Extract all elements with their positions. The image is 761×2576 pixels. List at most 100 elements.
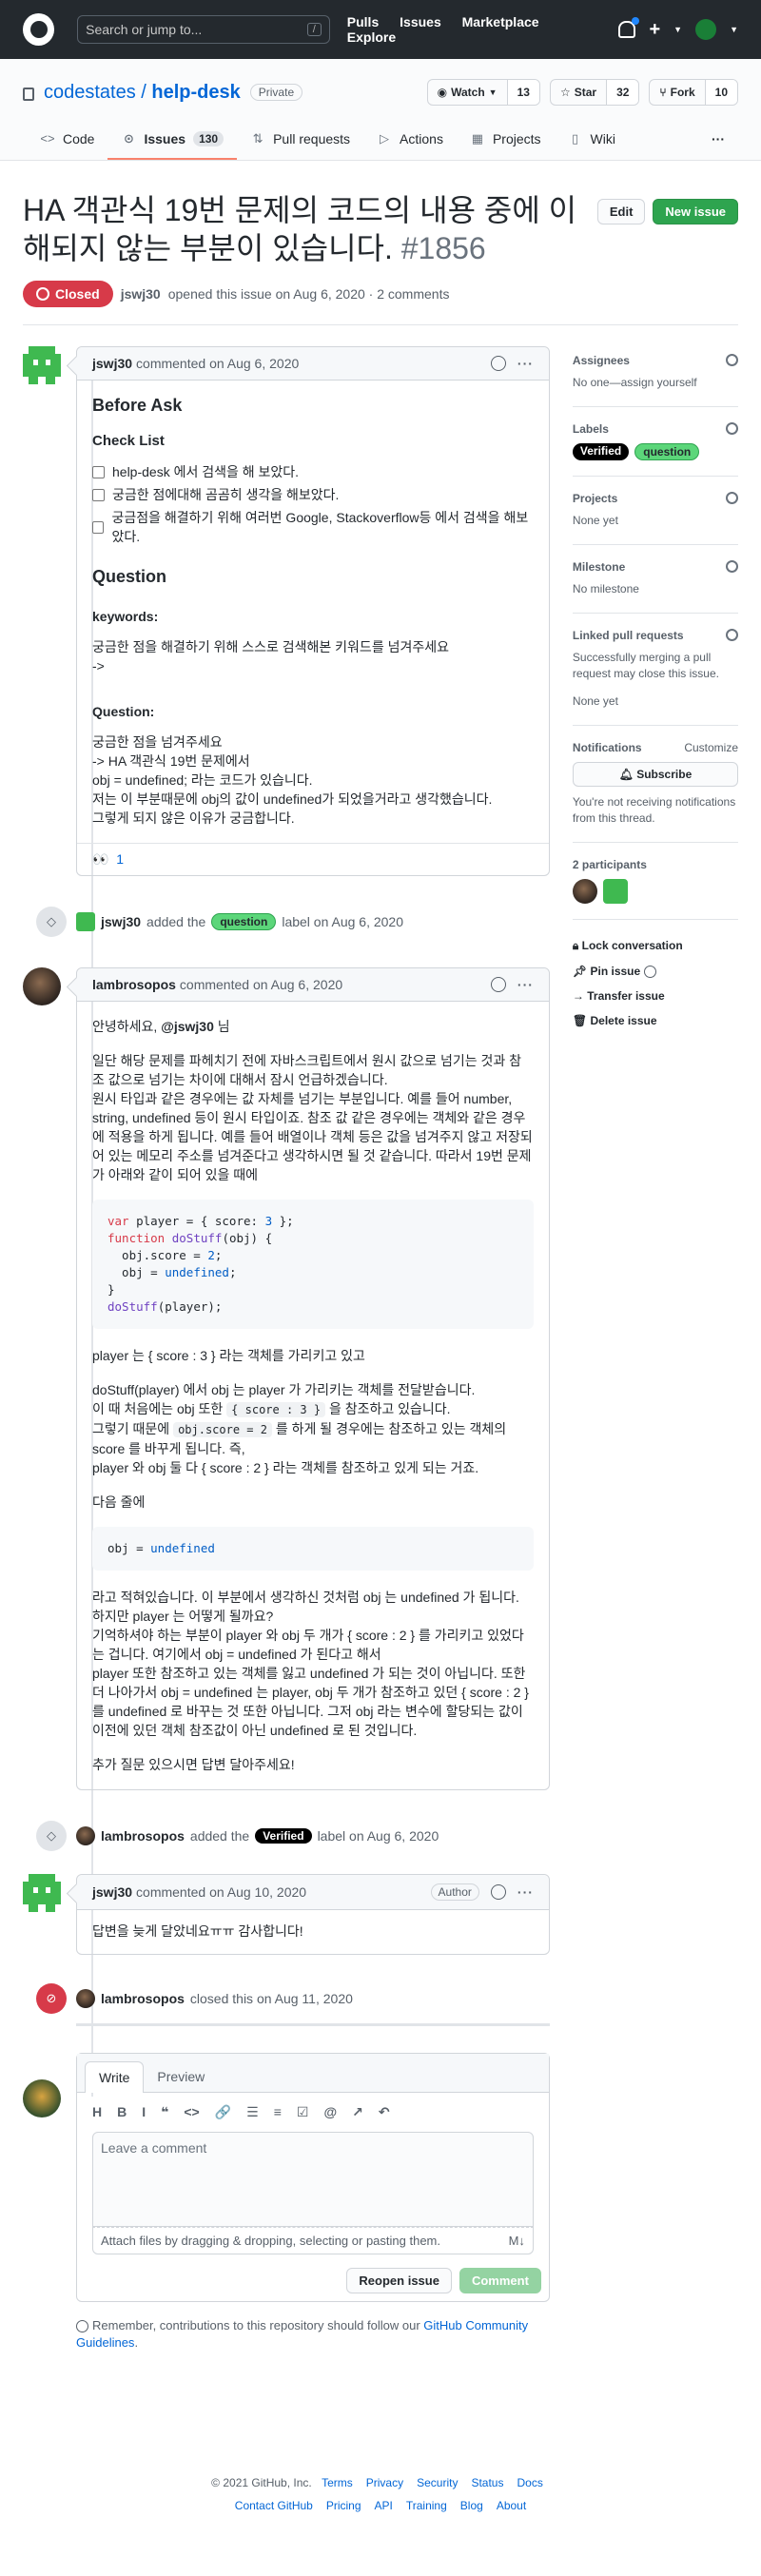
footer-link-docs[interactable]: Docs (517, 2476, 542, 2489)
notifications-bell-icon[interactable] (618, 17, 640, 38)
customize-link[interactable]: Customize (684, 741, 738, 754)
task-list-icon[interactable]: ☑ (297, 2104, 309, 2120)
comment-textarea[interactable]: Leave a comment (92, 2132, 534, 2227)
reaction-eyes[interactable]: 👀 1 (77, 843, 549, 875)
tab-code[interactable]: <> Code (27, 120, 107, 160)
tab-wiki[interactable]: ▯ Wiki (555, 120, 629, 160)
footer-link-training[interactable]: Training (406, 2499, 447, 2512)
kebab-menu-icon[interactable]: ··· (517, 977, 534, 992)
more-tabs-button[interactable]: ··· (702, 120, 734, 160)
footer-link-status[interactable]: Status (471, 2476, 503, 2489)
tab-preview[interactable]: Preview (144, 2061, 218, 2092)
tab-issues[interactable]: ⊙ Issues 130 (107, 120, 238, 160)
gear-icon[interactable] (726, 422, 738, 435)
label-verified[interactable]: Verified (255, 1828, 312, 1844)
watch-button[interactable]: ◉ Watch ▼ 13 (426, 79, 540, 106)
comment-button[interactable]: Comment (459, 2268, 541, 2293)
nav-marketplace[interactable]: Marketplace (462, 14, 539, 29)
kebab-menu-icon[interactable]: ··· (517, 356, 534, 371)
gear-icon[interactable] (726, 560, 738, 573)
bold-icon[interactable]: B (117, 2104, 127, 2120)
smiley-icon[interactable] (490, 1884, 506, 1900)
gear-icon[interactable] (726, 354, 738, 366)
projects-heading[interactable]: Projects (573, 492, 617, 505)
gear-icon[interactable] (726, 629, 738, 641)
footer-link-security[interactable]: Security (417, 2476, 458, 2489)
gear-icon[interactable] (726, 492, 738, 504)
footer-link-terms[interactable]: Terms (322, 2476, 353, 2489)
smiley-icon[interactable] (490, 977, 506, 992)
edit-button[interactable]: Edit (596, 199, 646, 224)
kebab-menu-icon[interactable]: ··· (517, 1884, 534, 1900)
issue-opener[interactable]: jswj30 (121, 286, 161, 302)
tab-pull-requests[interactable]: ⇅ Pull requests (237, 120, 363, 160)
comment-date[interactable]: commented on Aug 6, 2020 (180, 977, 342, 992)
markdown-icon[interactable]: M↓ (509, 2234, 525, 2248)
footer-link-blog[interactable]: Blog (460, 2499, 483, 2512)
checkbox[interactable] (92, 520, 105, 534)
repo-owner-link[interactable]: codestates (44, 82, 136, 103)
comment-author[interactable]: jswj30 (92, 356, 132, 371)
avatar[interactable] (23, 967, 61, 1005)
tab-actions[interactable]: ▷ Actions (363, 120, 457, 160)
link-icon[interactable]: 🔗 (215, 2104, 231, 2120)
subscribe-button[interactable]: 🔔︎ Subscribe (572, 762, 738, 787)
info-icon[interactable] (643, 966, 656, 979)
participant-avatar[interactable] (572, 879, 597, 904)
event-user[interactable]: lambrosopos (101, 1828, 185, 1844)
nav-issues[interactable]: Issues (400, 14, 441, 29)
ordered-list-icon[interactable]: ≡ (274, 2104, 282, 2120)
nav-pulls[interactable]: Pulls (347, 14, 379, 29)
avatar[interactable] (23, 346, 61, 384)
checkbox[interactable] (92, 488, 105, 501)
event-user[interactable]: jswj30 (101, 914, 141, 929)
comment-date[interactable]: commented on Aug 6, 2020 (136, 356, 299, 371)
mention-icon[interactable]: @ (323, 2104, 337, 2120)
reopen-issue-button[interactable]: Reopen issue (346, 2268, 452, 2293)
avatar[interactable] (76, 1989, 95, 2008)
label-verified[interactable]: Verified (572, 443, 630, 460)
reply-icon[interactable]: ↶ (379, 2104, 390, 2120)
star-count[interactable]: 32 (607, 80, 639, 105)
label-question[interactable]: question (211, 913, 277, 930)
transfer-issue-action[interactable]: → Transfer issue (573, 989, 738, 1003)
footer-link-about[interactable]: About (497, 2499, 526, 2512)
pin-issue-action[interactable]: 📌︎ Pin issue (573, 965, 738, 979)
event-user[interactable]: lambrosopos (101, 1991, 185, 2006)
comment-author[interactable]: lambrosopos (92, 977, 176, 992)
assignees-value[interactable]: No one—assign yourself (573, 375, 738, 391)
delete-issue-action[interactable]: 🗑︎ Delete issue (573, 1014, 738, 1027)
quote-icon[interactable]: ❝ (161, 2104, 168, 2120)
comment-date[interactable]: commented on Aug 10, 2020 (136, 1884, 306, 1900)
repo-name-link[interactable]: help-desk (151, 82, 240, 103)
participant-avatar[interactable] (602, 879, 628, 904)
italic-icon[interactable]: I (142, 2104, 146, 2120)
lock-conversation-action[interactable]: 🔒︎ Lock conversation (573, 939, 738, 953)
tab-projects[interactable]: ▦ Projects (457, 120, 555, 160)
comment-author[interactable]: jswj30 (92, 1884, 132, 1900)
avatar[interactable] (23, 2079, 61, 2117)
fork-count[interactable]: 10 (705, 80, 737, 105)
footer-link-privacy[interactable]: Privacy (366, 2476, 403, 2489)
label-question[interactable]: question (634, 443, 700, 460)
fork-button[interactable]: ⑂ Fork 10 (649, 79, 738, 106)
new-issue-button[interactable]: New issue (653, 199, 738, 224)
footer-link-api[interactable]: API (375, 2499, 393, 2512)
footer-link-contact[interactable]: Contact GitHub (235, 2499, 313, 2512)
milestone-heading[interactable]: Milestone (573, 560, 625, 574)
github-logo-icon[interactable] (23, 13, 55, 46)
star-button[interactable]: ☆ Star 32 (549, 79, 640, 106)
labels-heading[interactable]: Labels (573, 422, 609, 436)
user-avatar[interactable] (695, 19, 717, 40)
checkbox[interactable] (92, 465, 105, 478)
unordered-list-icon[interactable]: ☰ (246, 2104, 259, 2120)
watch-count[interactable]: 13 (507, 80, 539, 105)
create-new-plus-icon[interactable]: + (649, 19, 660, 41)
avatar[interactable] (76, 1826, 95, 1845)
nav-explore[interactable]: Explore (347, 29, 396, 45)
code-icon[interactable]: <> (184, 2104, 199, 2120)
assignees-heading[interactable]: Assignees (573, 354, 630, 367)
avatar[interactable] (76, 912, 95, 931)
avatar[interactable] (23, 1874, 61, 1912)
search-input[interactable]: Search or jump to... / (77, 15, 330, 44)
